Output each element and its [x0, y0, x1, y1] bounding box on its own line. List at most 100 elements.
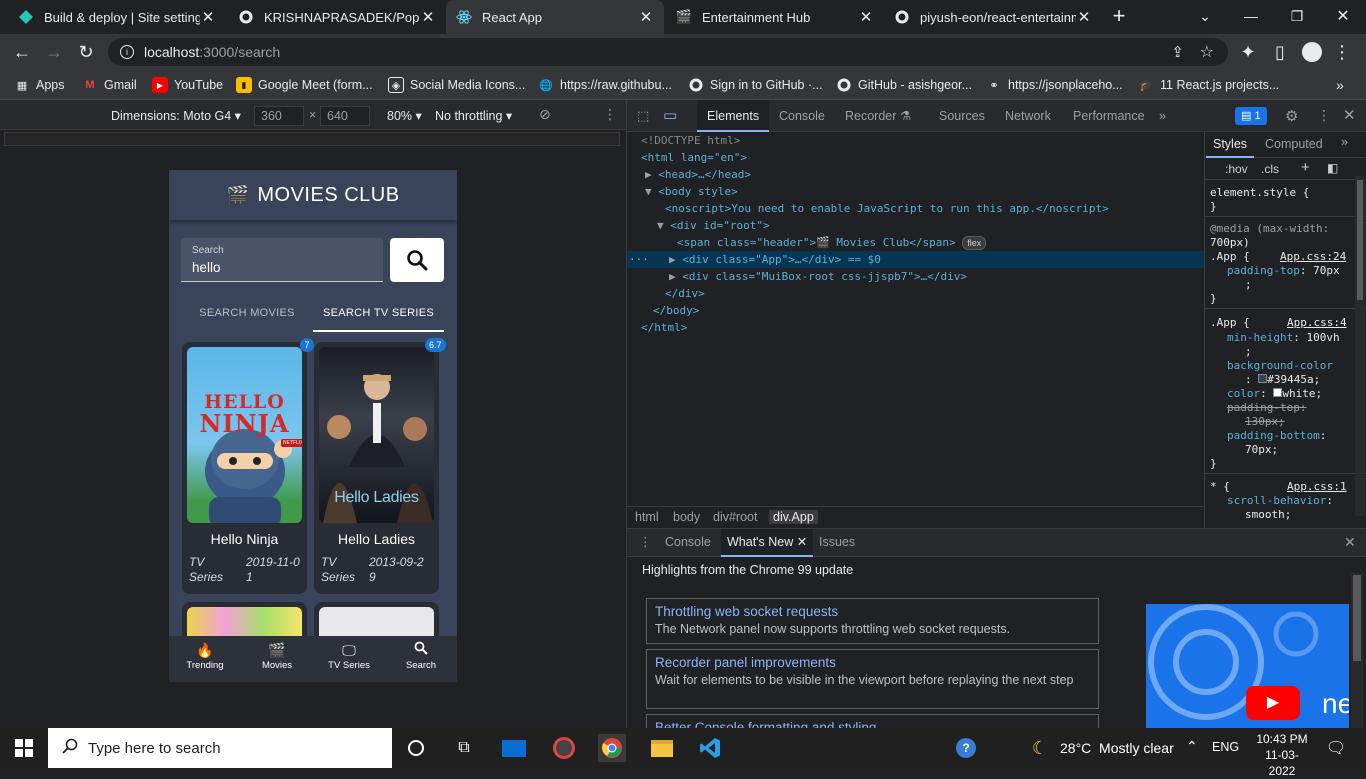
bookmark-gmail[interactable]: M Gmail [82, 76, 136, 94]
expand-arrow-icon[interactable]: ▶ [645, 168, 652, 181]
weather-text[interactable]: 28°C Mostly clear [1060, 740, 1174, 756]
nav-search[interactable]: Search [391, 640, 451, 671]
dom-node[interactable]: <!DOCTYPE html> [627, 132, 1204, 149]
crumb-html[interactable]: html [635, 510, 659, 524]
cls-toggle[interactable]: .cls [1261, 162, 1279, 176]
browser-tab-popup[interactable]: KRISHNAPRASADEK/Popup-c ✕ [228, 0, 446, 34]
new-tab-button[interactable]: + [1096, 0, 1142, 32]
rotate-icon[interactable]: ⊘ [539, 106, 551, 123]
style-property-overridden[interactable]: padding-top: [1227, 401, 1306, 415]
crumb-root[interactable]: div#root [713, 510, 757, 524]
search-input[interactable]: Search hello [181, 238, 383, 282]
more-tabs-icon[interactable]: » [1341, 135, 1348, 149]
menu-icon[interactable]: ⋮ [1330, 40, 1354, 64]
collapse-arrow-icon[interactable]: ▼ [657, 219, 664, 232]
style-property[interactable]: background-color [1227, 359, 1333, 373]
media-query-ruler[interactable] [4, 132, 620, 146]
bookmark-raw-github[interactable]: 🌐 https://raw.githubu... [538, 76, 672, 94]
tab-console[interactable]: Console [779, 100, 825, 132]
device-toggle-icon[interactable]: ▭ [663, 106, 677, 124]
scrollbar-thumb[interactable] [1353, 575, 1361, 661]
file-explorer-icon[interactable] [648, 734, 676, 762]
close-devtools-icon[interactable]: ✕ [1343, 106, 1356, 124]
tab-search-icon[interactable]: ⌄ [1182, 0, 1228, 32]
hov-toggle[interactable]: :hov [1225, 162, 1248, 176]
close-tab-icon[interactable]: ✕ [638, 8, 654, 26]
device-width-input[interactable]: 360 [254, 106, 304, 126]
dom-node[interactable]: ▼ <div id="root"> [627, 217, 1204, 234]
tab-recorder[interactable]: Recorder ⚗ [845, 100, 911, 132]
tab-elements[interactable]: Elements [697, 100, 770, 132]
address-bar[interactable]: i localhost:3000/search ⇪ ☆ [108, 38, 1228, 66]
close-tab-icon[interactable]: ✕ [797, 535, 807, 549]
dom-node-selected[interactable]: ··· ▶ <div class="App">…</div> == $0 [627, 251, 1204, 268]
close-drawer-icon[interactable]: ✕ [1344, 534, 1356, 551]
close-window-icon[interactable]: ✕ [1320, 0, 1366, 32]
expand-arrow-icon[interactable]: ▶ [669, 253, 676, 266]
whats-new-video-thumbnail[interactable]: ▶ ne [1146, 604, 1349, 729]
style-property[interactable]: padding-top: 70px [1227, 264, 1340, 278]
bookmark-jsonplaceholder[interactable]: ⚭ https://jsonplaceho... [986, 76, 1122, 94]
inspect-element-icon[interactable]: ⬚ [637, 108, 649, 124]
source-link[interactable]: App.css:1 [1287, 480, 1347, 494]
rule-selector-app[interactable]: .App { [1210, 316, 1250, 330]
dom-node[interactable]: <html lang="en"> [627, 149, 1204, 166]
bookmark-youtube[interactable]: ▶ YouTube [152, 76, 223, 94]
issues-counter[interactable]: ▤ 1 [1235, 107, 1267, 125]
drawer-scrollbar[interactable] [1351, 573, 1363, 729]
tab-search-tv-series[interactable]: SEARCH TV SERIES [313, 302, 444, 332]
rule-selector-star[interactable]: * { [1210, 480, 1230, 494]
browser-tab-entertainment-hub[interactable]: 🎬 Entertainment Hub ✕ [666, 0, 884, 34]
device-dimensions-dropdown[interactable]: Dimensions: Moto G4 ▾ [111, 108, 241, 123]
dom-node[interactable]: </body> [627, 302, 1204, 319]
browser-tab-build-deploy[interactable]: Build & deploy | Site settings ✕ [8, 0, 226, 34]
browser-tab-react-app[interactable]: React App ✕ [446, 0, 664, 34]
more-bookmarks-icon[interactable]: » [1336, 76, 1344, 94]
media-card[interactable]: HELLO NINJA NETFLIX 7 Hello Ninja TV Ser… [182, 338, 314, 594]
style-property[interactable]: padding-bottom: [1227, 429, 1326, 443]
close-tab-icon[interactable]: ✕ [200, 8, 216, 26]
dom-node[interactable]: </html> [627, 319, 1204, 336]
chrome-icon[interactable] [598, 734, 626, 762]
color-swatch[interactable] [1258, 374, 1268, 383]
nav-movies[interactable]: 🎬 Movies [247, 640, 307, 671]
source-link[interactable]: App.css:24 [1280, 250, 1346, 264]
dom-node[interactable]: </div> [627, 285, 1204, 302]
bookmark-github-asishgeorge[interactable]: GitHub - asishgeor... [836, 76, 972, 94]
style-value-line[interactable]: : #39445a; [1245, 373, 1320, 387]
cortana-icon[interactable] [402, 734, 430, 762]
crumb-body[interactable]: body [673, 510, 700, 524]
browser-tab-piyush[interactable]: piyush-eon/react-entertainm ✕ [884, 0, 1102, 34]
rule-selector-app[interactable]: .App { [1210, 250, 1250, 264]
source-link[interactable]: App.css:4 [1287, 316, 1347, 330]
nav-tv-series[interactable]: 🖵 TV Series [319, 640, 379, 671]
dom-node[interactable]: ▼ <body style> [627, 183, 1204, 200]
toggle-sidebar-icon[interactable]: ◧ [1327, 161, 1338, 175]
bookmark-star-icon[interactable]: ☆ [1200, 42, 1214, 62]
taskbar-search-input[interactable]: Type here to search [48, 728, 392, 768]
forward-icon[interactable]: → [42, 40, 66, 64]
mail-icon[interactable] [500, 734, 528, 762]
tray-chevron-icon[interactable]: ⌃ [1186, 738, 1198, 755]
weather-moon-icon[interactable]: ☾ [1026, 734, 1054, 762]
tab-styles[interactable]: Styles [1206, 132, 1255, 158]
drawer-tab-issues[interactable]: Issues [819, 535, 855, 549]
expand-arrow-icon[interactable]: ▶ [669, 270, 676, 283]
help-icon[interactable]: ? [952, 734, 980, 762]
device-height-input[interactable]: 640 [320, 106, 370, 126]
settings-gear-icon[interactable]: ⚙ [1285, 107, 1298, 125]
clock[interactable]: 10:43 PM 11-03-2022 [1252, 731, 1312, 779]
drawer-tab-console[interactable]: Console [665, 535, 711, 549]
reload-icon[interactable]: ↻ [74, 40, 98, 64]
dom-node[interactable]: ▶ <head>…</head> [627, 166, 1204, 183]
close-tab-icon[interactable]: ✕ [1076, 8, 1092, 26]
maximize-icon[interactable]: ❐ [1274, 0, 1320, 32]
zoom-dropdown[interactable]: 80% ▾ [387, 108, 422, 123]
windows-start-icon[interactable] [10, 734, 38, 762]
element-style-rule[interactable]: element.style { [1210, 186, 1309, 200]
media-card[interactable]: Hello Ladies 6.7 Hello Ladies TV Series … [314, 338, 446, 594]
bookmark-social-media-icons[interactable]: ◈ Social Media Icons... [388, 76, 525, 94]
bookmark-apps[interactable]: ▦ Apps [14, 76, 65, 94]
tab-computed[interactable]: Computed [1265, 137, 1323, 151]
devtools-more-icon[interactable]: ⋮ [1317, 107, 1331, 124]
